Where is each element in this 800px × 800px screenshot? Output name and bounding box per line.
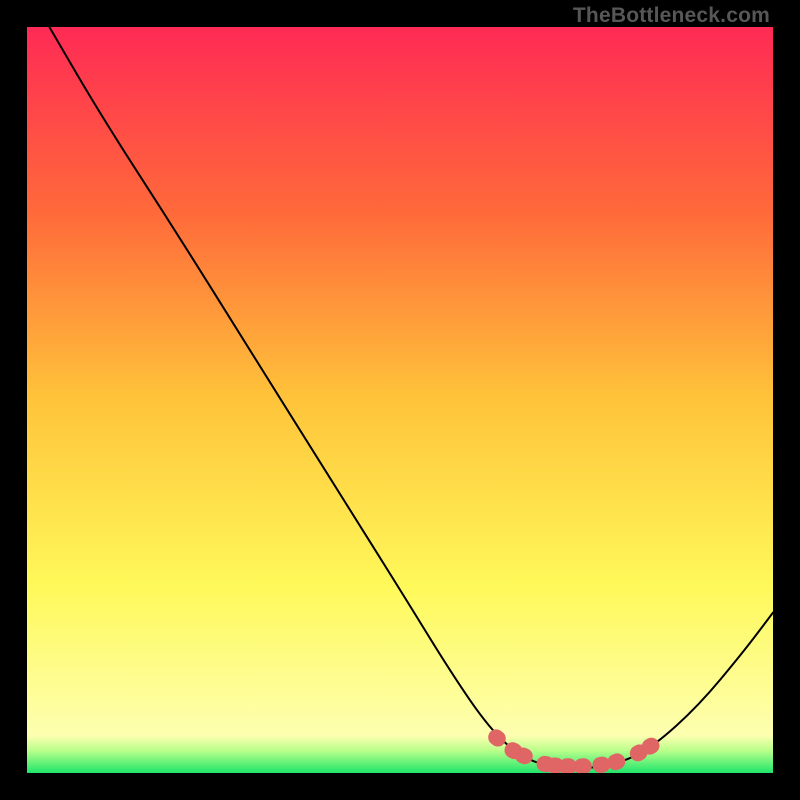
bottleneck-chart [27, 27, 773, 773]
attribution-label: TheBottleneck.com [573, 4, 770, 28]
chart-frame [27, 27, 773, 773]
chart-background [27, 27, 773, 773]
